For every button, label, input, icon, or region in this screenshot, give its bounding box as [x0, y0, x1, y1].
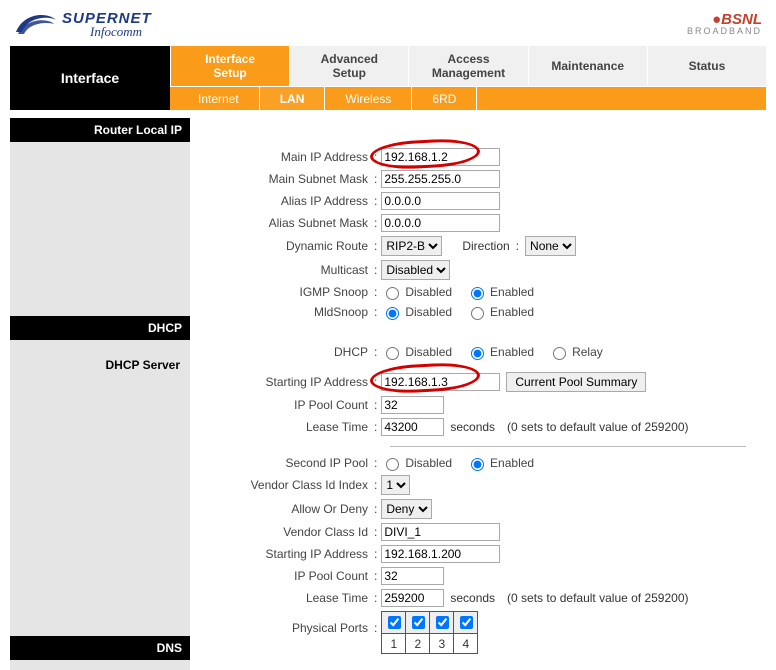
port-num-4: 4	[454, 634, 478, 654]
port-2-checkbox[interactable]	[412, 616, 425, 629]
label-allow-deny: Allow Or Deny	[210, 502, 370, 516]
label-ip-pool-count: IP Pool Count	[210, 398, 370, 412]
second-pool-disabled-radio[interactable]	[386, 458, 399, 471]
label-ip-pool-count2: IP Pool Count	[210, 569, 370, 583]
label-second-ip-pool: Second IP Pool	[210, 456, 370, 470]
port-num-1: 1	[382, 634, 406, 654]
lease-note2: (0 sets to default value of 259200)	[507, 591, 688, 605]
label-alias-ip: Alias IP Address	[210, 194, 370, 208]
label-lease-time2: Lease Time	[210, 591, 370, 605]
starting-ip2-input[interactable]	[381, 545, 500, 563]
vendor-idx-select[interactable]: 1	[381, 475, 410, 495]
multicast-select[interactable]: Disabled	[381, 260, 450, 280]
swoosh-icon	[14, 10, 58, 38]
ip-pool-count-input[interactable]	[381, 396, 444, 414]
port-num-2: 2	[406, 634, 430, 654]
allow-deny-select[interactable]: Deny	[381, 499, 432, 519]
dynamic-route-select[interactable]: RIP2-B	[381, 236, 442, 256]
igmp-disabled-radio[interactable]	[386, 287, 399, 300]
lease-time2-input[interactable]	[381, 589, 444, 607]
subtab-6rd[interactable]: 6RD	[412, 87, 477, 111]
mld-enabled-radio[interactable]	[471, 307, 484, 320]
divider	[390, 446, 746, 447]
alias-subnet-input[interactable]	[381, 214, 500, 232]
label-starting-ip2: Starting IP Address	[210, 547, 370, 561]
brand-right-line2: BROADBAND	[687, 27, 762, 36]
section-dhcp-server: DHCP Server	[10, 352, 190, 378]
label-igmp-snoop: IGMP Snoop	[210, 285, 370, 299]
section-dns: DNS	[10, 636, 190, 660]
label-physical-ports: Physical Ports	[210, 611, 370, 635]
second-pool-enabled-radio[interactable]	[471, 458, 484, 471]
brand-left-logo: SUPERNET Infocomm	[14, 10, 152, 38]
tab-maintenance[interactable]: Maintenance	[528, 46, 647, 86]
label-main-ip: Main IP Address	[210, 150, 370, 164]
tab-status[interactable]: Status	[647, 46, 766, 86]
dhcp-disabled-radio[interactable]	[386, 347, 399, 360]
label-vendor-id: Vendor Class Id	[210, 525, 370, 539]
dhcp-enabled-radio[interactable]	[471, 347, 484, 360]
alias-ip-input[interactable]	[381, 192, 500, 210]
port-4-checkbox[interactable]	[460, 616, 473, 629]
tab-advanced-setup[interactable]: Advanced Setup	[289, 46, 408, 86]
label-alias-subnet: Alias Subnet Mask	[210, 216, 370, 230]
lease-time-input[interactable]	[381, 418, 444, 436]
lease-unit2: seconds	[450, 591, 495, 605]
page-title: Interface	[10, 46, 170, 110]
ip-pool-count2-input[interactable]	[381, 567, 444, 585]
tab-access-management[interactable]: Access Management	[408, 46, 527, 86]
label-main-subnet: Main Subnet Mask	[210, 172, 370, 186]
label-multicast: Multicast	[210, 263, 370, 277]
label-dynamic-route: Dynamic Route	[210, 239, 370, 253]
section-dhcp: DHCP	[10, 316, 190, 340]
label-mld-snoop: MldSnoop	[210, 305, 370, 319]
subtab-internet[interactable]: Internet	[170, 87, 260, 111]
label-dhcp: DHCP	[210, 345, 370, 359]
starting-ip-input[interactable]	[381, 373, 500, 391]
direction-select[interactable]: None	[525, 236, 576, 256]
label-starting-ip: Starting IP Address	[210, 375, 370, 389]
lease-note: (0 sets to default value of 259200)	[507, 420, 688, 434]
main-subnet-input[interactable]	[381, 170, 500, 188]
port-1-checkbox[interactable]	[388, 616, 401, 629]
port-num-3: 3	[430, 634, 454, 654]
tab-interface-setup[interactable]: Interface Setup	[170, 46, 289, 86]
section-router-local-ip: Router Local IP	[10, 118, 190, 142]
port-3-checkbox[interactable]	[436, 616, 449, 629]
label-lease-time: Lease Time	[210, 420, 370, 434]
lease-unit: seconds	[450, 420, 495, 434]
brand-right-logo: ●BSNL BROADBAND	[687, 12, 762, 36]
physical-ports-table: 1 2 3 4	[381, 611, 478, 654]
dhcp-relay-radio[interactable]	[553, 347, 566, 360]
vendor-id-input[interactable]	[381, 523, 500, 541]
current-pool-button[interactable]: Current Pool Summary	[506, 372, 646, 392]
label-vendor-idx: Vendor Class Id Index	[210, 478, 370, 492]
label-direction: Direction	[462, 239, 509, 253]
igmp-enabled-radio[interactable]	[471, 287, 484, 300]
mld-disabled-radio[interactable]	[386, 307, 399, 320]
main-ip-input[interactable]	[381, 148, 500, 166]
subtab-lan[interactable]: LAN	[260, 87, 326, 111]
subtab-wireless[interactable]: Wireless	[325, 87, 412, 111]
